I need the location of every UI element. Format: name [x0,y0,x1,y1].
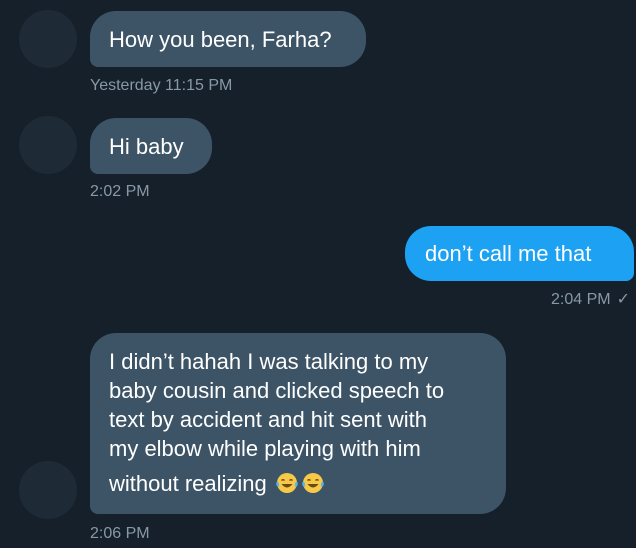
message-text: don’t call me that [425,241,592,266]
face-with-tears-of-joy-icon [302,473,324,493]
message-bubble[interactable]: How you been, Farha? [90,11,366,67]
sender-avatar[interactable] [19,10,77,68]
message-text-line: text by accident and hit sent with [109,407,427,432]
message-timestamp: 2:06 PM [90,525,150,542]
message-text-line: baby cousin and clicked speech to [109,378,445,403]
message-time: 2:04 PM [551,291,611,308]
message-text: How you been, Farha? [109,27,332,52]
read-check-icon: ✓ [616,291,630,308]
message-bubble[interactable]: don’t call me that [405,226,634,281]
message-timestamp: Yesterday 11:15 PM [90,77,233,94]
sender-avatar[interactable] [19,116,77,174]
message-bubble[interactable]: Hi baby [90,118,212,174]
message-timestamp: 2:02 PM [90,183,150,200]
message-text-line: my elbow while playing with him [109,436,421,461]
message-text-line: without realizing [109,471,267,496]
face-with-tears-of-joy-icon [276,473,298,493]
sender-avatar[interactable] [19,461,77,519]
message-text-line: I didn’t hahah I was talking to my [109,349,429,374]
message-timestamp: 2:04 PM ✓ [551,290,630,310]
message-bubble[interactable]: I didn’t hahah I was talking to my baby … [90,333,506,514]
message-text: Hi baby [109,134,184,159]
